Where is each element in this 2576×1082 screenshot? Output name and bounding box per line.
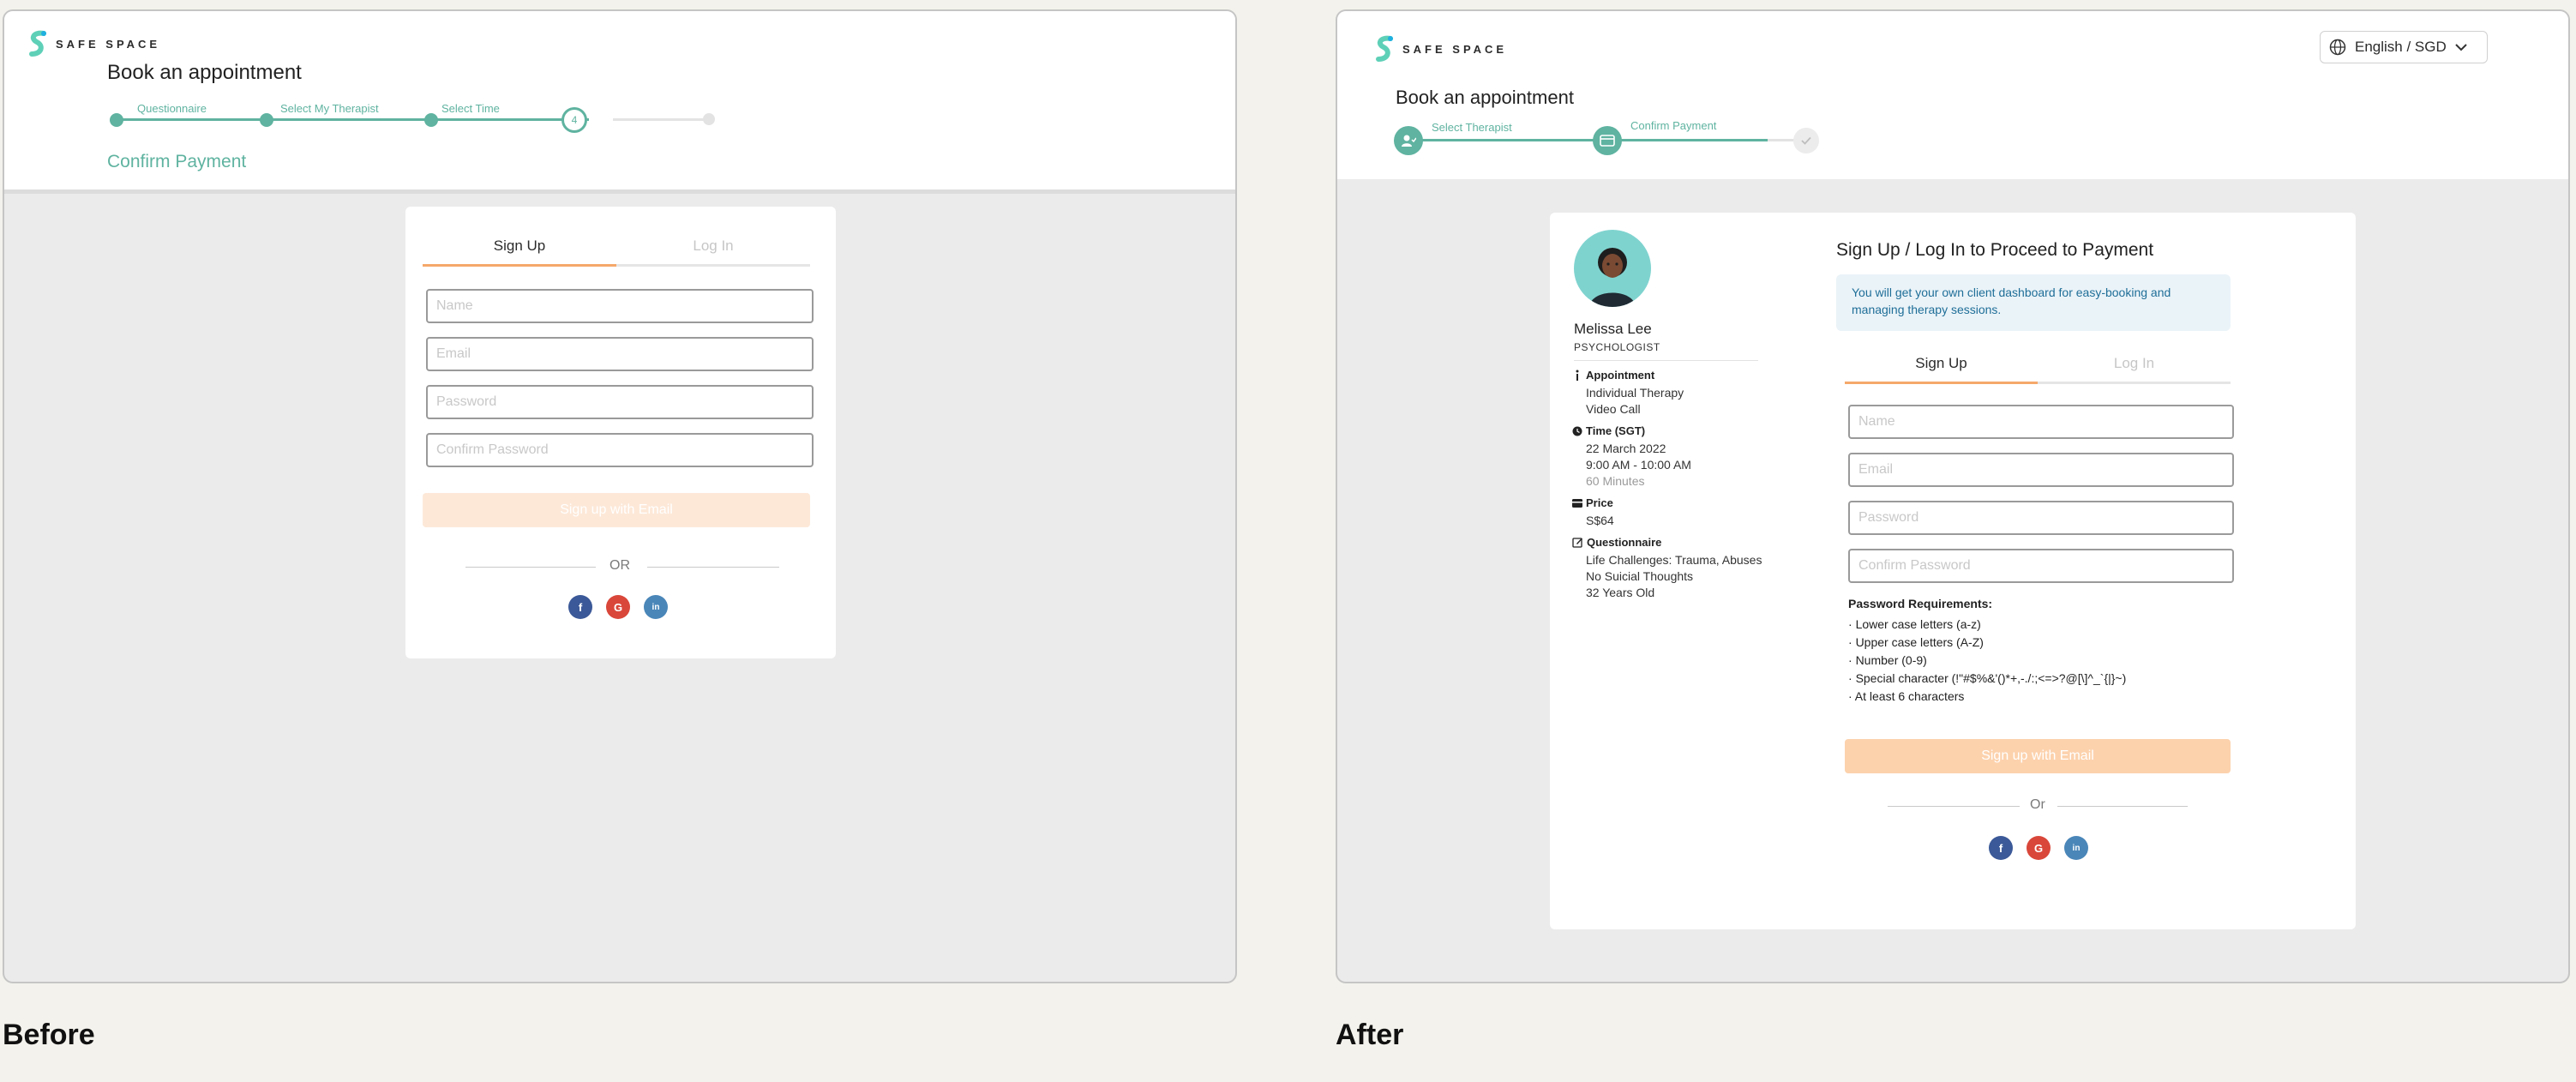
linkedin-icon[interactable]: in (644, 595, 668, 619)
user-icon (1402, 135, 1416, 147)
panel-title: Sign Up / Log In to Proceed to Payment (1836, 240, 2154, 260)
logo-icon (1376, 35, 1393, 62)
req-item: · Special character (!"#$%&'()*+,-./:;<=… (1848, 671, 2127, 685)
facebook-icon[interactable]: f (1989, 836, 2013, 860)
linkedin-icon[interactable]: in (2064, 836, 2088, 860)
appointment-summary: Appointment Individual Therapy Video Cal… (1572, 369, 1795, 601)
req-item: · Upper case letters (A-Z) (1848, 635, 1984, 649)
step-complete (1793, 128, 1819, 153)
time-label: Time (SGT) (1572, 424, 1795, 437)
step-dot-3[interactable] (424, 113, 438, 127)
edit-icon (1572, 538, 1582, 548)
tab-sign-up[interactable]: Sign Up (1845, 350, 2038, 384)
confirm-password-input[interactable] (426, 433, 814, 467)
before-caption: Before (3, 1019, 95, 1051)
after-caption: After (1336, 1019, 1404, 1051)
before-screen: SAFE SPACE Book an appointment 4 Questio… (3, 9, 1237, 983)
questionnaire-label: Questionnaire (1572, 536, 1795, 549)
logo-icon (29, 30, 46, 57)
price-value: S$64 (1586, 514, 1614, 527)
password-input[interactable] (426, 385, 814, 419)
signup-card: Sign Up Log In Sign up with Email OR f G… (405, 207, 836, 658)
language-selector[interactable]: English / SGD (2320, 31, 2488, 63)
section-title: Confirm Payment (107, 152, 247, 171)
questionnaire-suicidal: No Suicial Thoughts (1586, 569, 1694, 583)
therapist-name: Melissa Lee (1574, 321, 1652, 337)
or-divider: OR (465, 558, 779, 575)
or-divider: Or (1888, 797, 2188, 815)
brand-name: SAFE SPACE (1402, 42, 1508, 56)
brand-name: SAFE SPACE (56, 37, 161, 51)
or-text: OR (609, 558, 630, 573)
step-label-confirm-payment: Confirm Payment (1630, 119, 1717, 132)
google-icon[interactable]: G (2027, 836, 2051, 860)
step-dot-1[interactable] (110, 113, 123, 127)
sign-up-email-button[interactable]: Sign up with Email (423, 493, 810, 527)
credit-card-icon (1600, 135, 1615, 147)
step-select-therapist[interactable] (1394, 126, 1423, 155)
questionnaire-age: 32 Years Old (1586, 586, 1655, 599)
password-requirements: Password Requirements: · Lower case lett… (1848, 597, 2234, 706)
header: SAFE SPACE English / SGD Book an appoint… (1337, 11, 2568, 179)
req-item: · Lower case letters (a-z) (1848, 617, 1981, 631)
google-icon[interactable]: G (606, 595, 630, 619)
auth-tabs: Sign Up Log In (1845, 350, 2231, 384)
check-icon (1801, 136, 1811, 145)
email-input[interactable] (426, 337, 814, 371)
booking-card: Melissa Lee PSYCHOLOGIST Appointment Ind… (1550, 213, 2356, 929)
dashboard-notice: You will get your own client dashboard f… (1836, 274, 2231, 331)
step-label-select-therapist: Select Therapist (1432, 121, 1512, 134)
step-confirm-payment[interactable] (1593, 126, 1622, 155)
globe-icon (2329, 39, 2346, 56)
name-input[interactable] (1848, 405, 2234, 439)
tab-log-in[interactable]: Log In (2038, 350, 2231, 384)
or-text: Or (2030, 797, 2045, 812)
time-duration: 60 Minutes (1586, 474, 1645, 488)
progress-stepper: Select Therapist Confirm Payment (1394, 119, 1840, 157)
price-label: Price (1572, 496, 1795, 509)
facebook-icon[interactable]: f (568, 595, 592, 619)
sign-up-email-button[interactable]: Sign up with Email (1845, 739, 2231, 773)
time-range: 9:00 AM - 10:00 AM (1586, 458, 1691, 472)
brand-logo[interactable]: SAFE SPACE (1373, 35, 1507, 63)
name-input[interactable] (426, 289, 814, 323)
step-label-questionnaire: Questionnaire (137, 102, 207, 115)
divider (1574, 360, 1758, 361)
appointment-label: Appointment (1572, 369, 1795, 382)
card-icon (1572, 498, 1582, 508)
brand-logo[interactable]: SAFE SPACE (27, 30, 160, 57)
appointment-type: Individual Therapy (1586, 386, 1684, 400)
req-item: · At least 6 characters (1848, 689, 1965, 703)
chevron-down-icon (2455, 44, 2467, 51)
header: SAFE SPACE Book an appointment 4 Questio… (4, 11, 1235, 194)
page-title: Book an appointment (107, 61, 302, 84)
password-input[interactable] (1848, 501, 2234, 535)
page-title: Book an appointment (1396, 87, 1574, 108)
tab-sign-up[interactable]: Sign Up (423, 232, 616, 267)
therapist-photo (1589, 248, 1636, 307)
email-input[interactable] (1848, 453, 2234, 487)
auth-tabs: Sign Up Log In (423, 232, 810, 267)
step-current: 4 (561, 107, 587, 133)
step-label-therapist: Select My Therapist (280, 102, 379, 115)
questionnaire-challenges: Life Challenges: Trauma, Abuses (1586, 553, 1762, 567)
step-label-time: Select Time (441, 102, 500, 115)
step-dot-2[interactable] (260, 113, 273, 127)
password-req-title: Password Requirements: (1848, 597, 1993, 610)
step-dot-final (703, 113, 715, 125)
therapist-avatar (1574, 230, 1651, 307)
language-label: English / SGD (2355, 39, 2447, 55)
appointment-mode: Video Call (1586, 402, 1641, 416)
tab-log-in[interactable]: Log In (616, 232, 810, 267)
info-icon (1576, 370, 1579, 381)
time-date: 22 March 2022 (1586, 442, 1666, 455)
confirm-password-input[interactable] (1848, 549, 2234, 583)
clock-icon (1572, 426, 1582, 436)
after-screen: SAFE SPACE English / SGD Book an appoint… (1336, 9, 2570, 983)
progress-stepper: 4 Questionnaire Select My Therapist Sele… (107, 102, 724, 136)
req-item: · Number (0-9) (1848, 653, 1927, 667)
therapist-role: PSYCHOLOGIST (1574, 341, 1660, 353)
